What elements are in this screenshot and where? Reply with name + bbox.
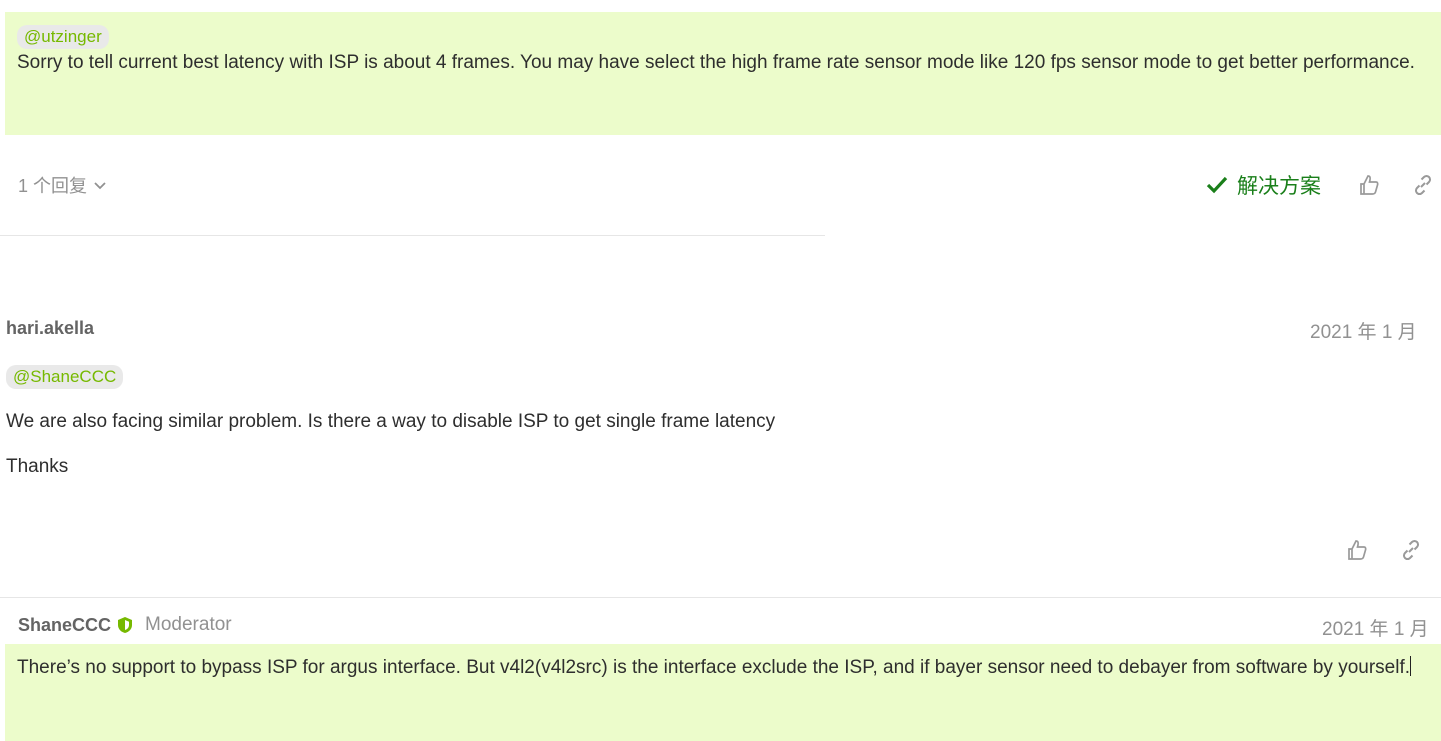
like-icon[interactable]: [1343, 536, 1371, 564]
post-body-highlighted: There’s no support to bypass ISP for arg…: [5, 644, 1441, 741]
post-header: ShaneCCC Moderator: [18, 614, 232, 636]
like-icon[interactable]: [1355, 171, 1383, 199]
check-icon: [1205, 173, 1229, 197]
post-body-highlighted: @utzinger Sorry to tell current best lat…: [5, 12, 1441, 135]
text-cursor: [1410, 656, 1412, 676]
chevron-down-icon: [93, 178, 107, 192]
post-author[interactable]: ShaneCCC: [18, 615, 111, 636]
cutoff-top-fragment: [1380, 0, 1440, 2]
solution-label: 解决方案: [1237, 175, 1321, 198]
post-divider: [0, 235, 825, 236]
link-icon[interactable]: [1397, 536, 1425, 564]
post-divider: [0, 597, 1441, 598]
cutoff-left-fragment: [0, 257, 4, 275]
post-date[interactable]: 2021 年 1 月: [1310, 317, 1417, 344]
user-mention[interactable]: @utzinger: [17, 25, 109, 49]
post-text: Thanks: [6, 456, 69, 477]
post-text: There’s no support to bypass ISP for arg…: [17, 656, 1412, 678]
post-text: Sorry to tell current best latency with …: [17, 52, 1415, 73]
post-date[interactable]: 2021 年 1 月: [1322, 614, 1429, 641]
replies-label: 1 个回复: [18, 176, 88, 196]
link-icon[interactable]: [1409, 171, 1437, 199]
post-author[interactable]: hari.akella: [6, 318, 94, 339]
post-text: We are also facing similar problem. Is t…: [6, 411, 776, 432]
replies-toggle[interactable]: 1 个回复: [18, 172, 107, 198]
shield-icon: [117, 616, 133, 634]
solution-button[interactable]: 解决方案: [1205, 170, 1321, 200]
user-mention[interactable]: @ShaneCCC: [6, 365, 124, 389]
user-role: Moderator: [145, 614, 232, 635]
